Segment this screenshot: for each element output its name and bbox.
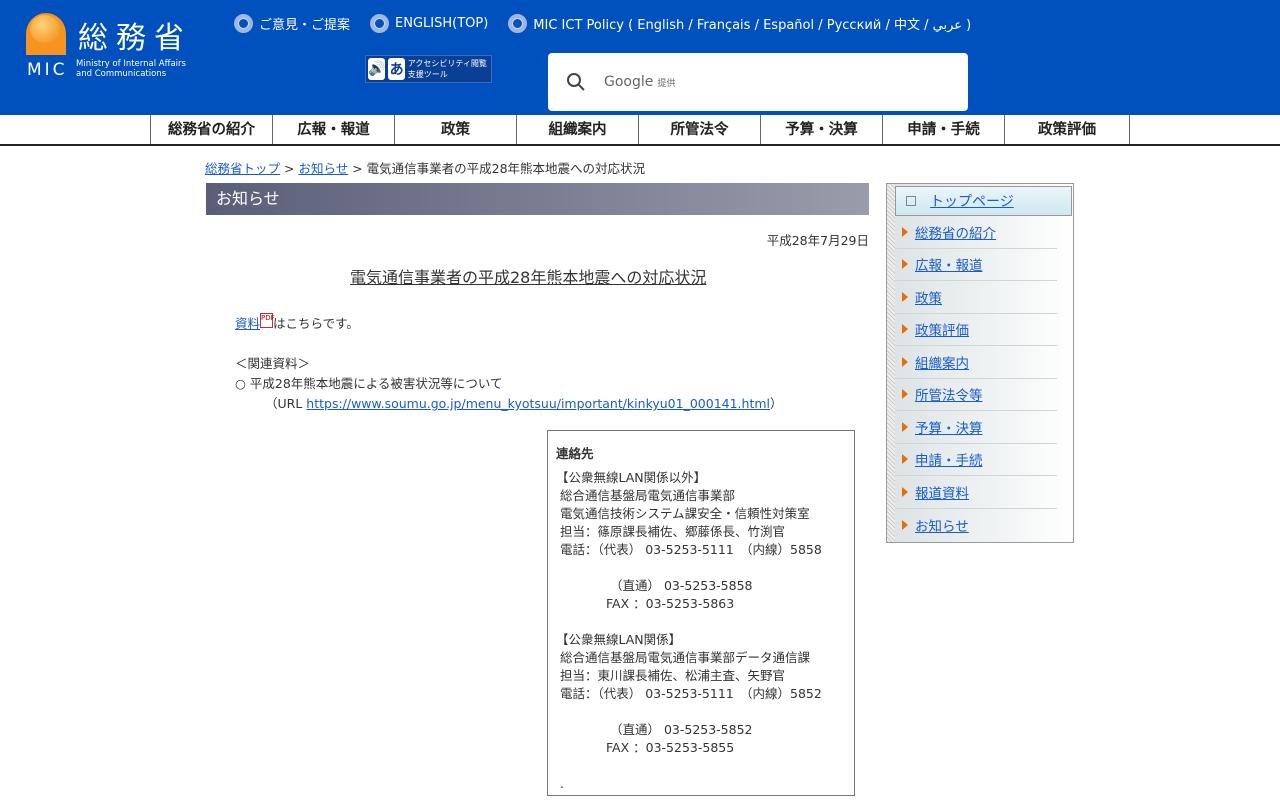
link-ict-policy[interactable]: MIC ICT Policy ( English / Français / Es… — [508, 14, 971, 33]
sidebar-top-page[interactable]: トップページ — [895, 186, 1072, 216]
speaker-icon: 🔊 — [368, 58, 386, 80]
contact-line: 【公衆無線LAN関係以外】 — [556, 470, 707, 485]
publish-date: 平成28年7月29日 — [766, 233, 869, 248]
pdf-icon: PDF — [260, 313, 275, 328]
sidebar: トップページ 総務省の紹介 広報・報道 政策 政策評価 組織案内 所管法令等 予算・決算 申請… — [886, 183, 1074, 543]
radio-icon — [370, 14, 390, 33]
contact-title: 連絡先 — [556, 446, 594, 461]
contact-line: （直通） 03-5253-5858 — [556, 578, 753, 593]
search-input[interactable]: Google 提供 — [548, 53, 968, 111]
contact-line: 【公衆無線LAN関係】 — [556, 632, 682, 647]
accessibility-tool-button[interactable]: 🔊 あ アクセシビリティ閲覧支援ツール — [365, 55, 492, 83]
arrow-right-icon — [902, 519, 908, 530]
contact-line: （直通） 03-5253-5852 — [556, 722, 753, 737]
logo-mark — [26, 13, 66, 55]
nav-policy[interactable]: 政策 — [395, 115, 517, 144]
sidebar-item[interactable]: 広報・報道 — [895, 249, 1057, 281]
link-english[interactable]: ENGLISH(TOP) — [370, 14, 488, 33]
search-icon — [567, 73, 585, 91]
contact-line: FAX ：03-5253-5863 — [556, 596, 735, 611]
radio-icon — [508, 14, 528, 33]
contact-line: 総合通信基盤局電気通信事業部データ通信課 — [556, 650, 810, 665]
link-feedback[interactable]: ご意見・ご提案 — [234, 14, 350, 33]
contact-line: 電話：（代表） 03-5253-5111 （内線）5852 — [556, 686, 822, 701]
arrow-right-icon — [902, 226, 908, 237]
nav-about[interactable]: 総務省の紹介 — [151, 115, 273, 144]
contact-line: 担当：東川課長補佐、松浦主査、矢野官 — [556, 668, 785, 683]
square-icon — [906, 196, 916, 206]
contact-line: . — [556, 776, 564, 791]
radio-icon — [234, 14, 253, 33]
arrow-right-icon — [902, 259, 908, 270]
site-header: 総務省 MIC Ministry of Internal Affairs and … — [0, 0, 1280, 115]
sidebar-item[interactable]: 組織案内 — [895, 346, 1057, 379]
breadcrumb-news[interactable]: お知らせ — [298, 161, 348, 176]
sidebar-item[interactable]: 申請・手続 — [895, 444, 1057, 476]
arrow-right-icon — [902, 291, 908, 302]
sidebar-item[interactable]: 総務省の紹介 — [895, 216, 1057, 249]
nav-evaluation[interactable]: 政策評価 — [1005, 115, 1130, 144]
nav-organization[interactable]: 組織案内 — [517, 115, 639, 144]
arrow-right-icon — [902, 356, 908, 367]
material-link[interactable]: 資料 — [235, 316, 260, 331]
contact-line: 担当：篠原課長補佐、郷藤係長、竹渕官 — [556, 524, 785, 539]
contact-line: FAX ：03-5253-5855 — [556, 740, 735, 755]
contact-box: 連絡先 【公衆無線LAN関係以外】 総合通信基盤局電気通信事業部 電気通信技術シ… — [547, 430, 855, 796]
logo-text: 総務省 — [78, 21, 192, 56]
contact-line: 電話：（代表） 03-5253-5111 （内線）5858 — [556, 542, 822, 557]
contact-line — [556, 703, 854, 721]
sidebar-item[interactable]: 政策評価 — [895, 314, 1057, 346]
nav-laws[interactable]: 所管法令 — [639, 115, 761, 144]
mic-logo[interactable]: 総務省 MIC Ministry of Internal Affairs and … — [26, 13, 216, 83]
logo-abbr: MIC — [27, 60, 68, 80]
nav-pr[interactable]: 広報・報道 — [273, 115, 395, 144]
contact-line — [556, 757, 854, 775]
sidebar-item[interactable]: 所管法令等 — [895, 379, 1057, 411]
arrow-right-icon — [902, 324, 908, 335]
breadcrumb-home[interactable]: 総務省トップ — [205, 161, 280, 176]
sidebar-item[interactable]: 予算・決算 — [895, 411, 1057, 444]
google-brand: Google — [604, 74, 654, 90]
page-title: 電気通信事業者の平成28年熊本地震への対応状況 — [350, 268, 707, 287]
logo-en: Ministry of Internal Affairs and Communic… — [76, 59, 186, 79]
section-title: お知らせ — [206, 183, 869, 215]
arrow-right-icon — [902, 454, 908, 465]
contact-line: 総合通信基盤局電気通信事業部 — [556, 488, 735, 503]
contact-line — [556, 613, 854, 631]
sidebar-item[interactable]: お知らせ — [895, 509, 1057, 542]
related-url-link[interactable]: https://www.soumu.go.jp/menu_kyotsuu/imp… — [306, 396, 770, 411]
material-paragraph: 資料PDFはこちらです。 — [235, 313, 359, 331]
nav-applications[interactable]: 申請・手続 — [883, 115, 1005, 144]
arrow-right-icon — [902, 486, 908, 497]
related-materials: ＜関連資料＞ ○ 平成28年熊本地震による被害状況等について （URL http… — [235, 356, 783, 411]
global-nav: 総務省の紹介 広報・報道 政策 組織案内 所管法令 予算・決算 申請・手続 政策… — [0, 115, 1280, 146]
sidebar-item[interactable]: 報道資料 — [895, 476, 1057, 509]
arrow-right-icon — [902, 421, 908, 432]
sidebar-item[interactable]: 政策 — [895, 281, 1057, 314]
contact-line: 電気通信技術システム課安全・信頼性対策室 — [556, 506, 810, 521]
breadcrumb-current: 電気通信事業者の平成28年熊本地震への対応状況 — [366, 161, 646, 176]
nav-budget[interactable]: 予算・決算 — [761, 115, 883, 144]
contact-line — [556, 559, 854, 577]
breadcrumb: 総務省トップ > お知らせ > 電気通信事業者の平成28年熊本地震への対応状況 — [205, 161, 646, 176]
arrow-right-icon — [902, 389, 908, 400]
hiragana-icon: あ — [388, 58, 405, 80]
